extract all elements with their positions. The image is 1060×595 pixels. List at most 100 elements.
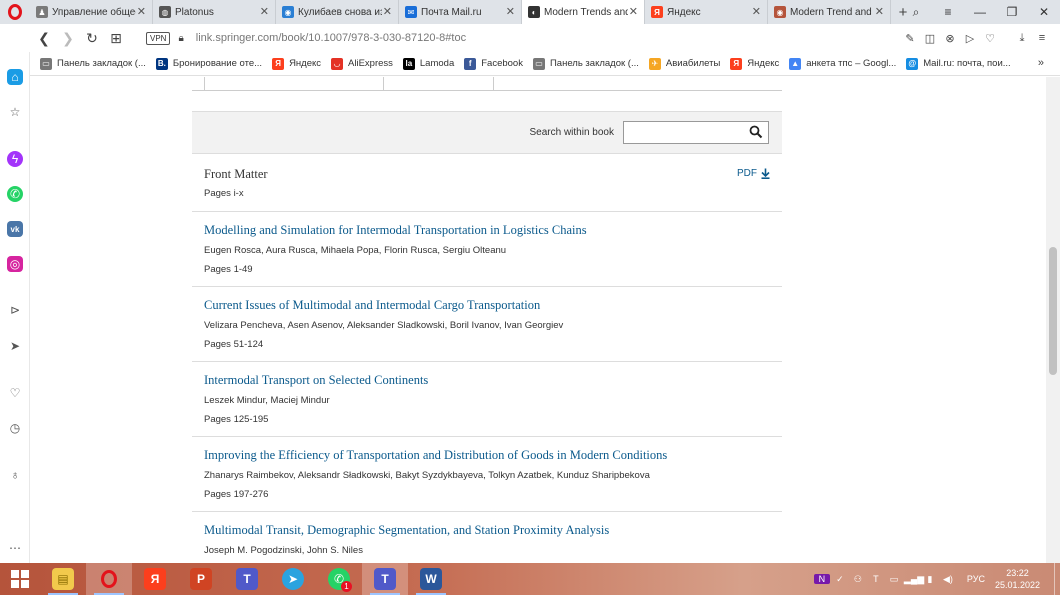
browser-tab[interactable]: ◍ Platonus ✕ <box>153 0 276 24</box>
taskbar-opera[interactable] <box>86 563 132 595</box>
onenote-icon[interactable]: N <box>813 574 830 584</box>
word-icon: W <box>420 568 442 590</box>
reload-button[interactable]: ↻ <box>80 30 104 47</box>
maximize-button[interactable]: ❐ <box>996 5 1028 19</box>
network-icon[interactable]: ▂▄▆ <box>904 574 924 585</box>
lock-icon[interactable]: 🔒︎ <box>178 33 183 44</box>
volume-icon[interactable]: ◀) <box>940 574 956 585</box>
chapter-title-link[interactable]: Modelling and Simulation for Intermodal … <box>204 223 587 238</box>
camera-icon[interactable]: ◫ <box>920 32 940 45</box>
tab-close-icon[interactable]: ✕ <box>260 5 269 18</box>
front-matter-pages: Pages i-x <box>204 188 244 199</box>
instagram-icon[interactable]: ◎ <box>7 256 23 272</box>
tab-menu-icon[interactable]: ≡ <box>932 5 964 19</box>
minimize-button[interactable]: — <box>964 5 996 19</box>
bookmark-item[interactable]: B. Бронирование оте... <box>155 57 262 70</box>
forward-button[interactable]: ❯ <box>56 30 80 47</box>
bookmark-item[interactable]: ◡ AliExpress <box>331 57 393 70</box>
search-input[interactable] <box>624 122 739 143</box>
history-icon[interactable]: ◷ <box>7 420 23 436</box>
tips-icon[interactable]: ♁ <box>7 467 23 483</box>
browser-tab[interactable]: ♟ Управление общеоб✕ <box>30 0 153 24</box>
send-icon[interactable]: ➤ <box>7 338 23 354</box>
chapter-title-link[interactable]: Current Issues of Multimodal and Intermo… <box>204 298 540 313</box>
speed-dial-icon[interactable]: ☆ <box>7 104 23 120</box>
vpn-badge[interactable]: VPN <box>146 31 171 45</box>
tab-close-icon[interactable]: ✕ <box>629 5 638 18</box>
bookmark-item[interactable]: @ Mail.ru: почта, пои... <box>906 57 1011 70</box>
taskbar-powerpoint[interactable]: P <box>178 563 224 595</box>
tab-contents[interactable] <box>204 77 384 91</box>
tab-close-icon[interactable]: ✕ <box>875 5 884 18</box>
url-field[interactable]: link.springer.com/book/10.1007/978-3-030… <box>196 32 466 44</box>
more-bookmarks-icon[interactable]: » <box>1038 57 1044 69</box>
bookmark-favicon-icon: ▭ <box>532 57 545 70</box>
taskbar-teams[interactable]: T <box>224 563 270 595</box>
opera-icon <box>98 568 120 590</box>
close-window-button[interactable]: ✕ <box>1028 5 1060 19</box>
bookmark-item[interactable]: la Lamoda <box>402 57 454 70</box>
taskbar-explorer[interactable]: ▤ <box>40 563 86 595</box>
chapter-title-link[interactable]: Multimodal Transit, Demographic Segmenta… <box>204 523 609 538</box>
clock-time: 23:22 <box>1006 568 1029 578</box>
bookmark-item[interactable]: ▭ Панель закладок (... <box>40 57 146 70</box>
browser-tab[interactable]: ◉ Кулибаев снова из ✕ <box>276 0 399 24</box>
bookmark-label: Панель закладок (... <box>57 58 146 69</box>
chapter-item: Current Issues of Multimodal and Intermo… <box>192 287 782 362</box>
whatsapp-icon[interactable]: ✆ <box>7 186 23 202</box>
bookmark-item[interactable]: ▭ Панель закладок (... <box>532 57 639 70</box>
windows-start-button[interactable] <box>0 563 40 595</box>
more-icon[interactable]: ⋯ <box>7 540 23 556</box>
opera-menu-icon[interactable] <box>0 0 30 24</box>
play-icon[interactable]: ▷ <box>960 32 980 45</box>
heart-icon[interactable]: ♡ <box>980 32 1000 45</box>
defender-icon[interactable]: ✓ <box>832 574 848 585</box>
display-icon[interactable]: ▭ <box>886 574 902 585</box>
search-tabs-icon[interactable]: ⌕ <box>900 5 932 20</box>
browser-tab[interactable]: Я Яндекс ✕ <box>645 0 768 24</box>
download-icon[interactable]: ⤓ <box>1012 32 1032 45</box>
taskbar-teams-2[interactable]: T <box>362 563 408 595</box>
player-icon[interactable]: ⊳ <box>7 302 23 318</box>
taskbar-whatsapp[interactable]: ✆ 1 <box>316 563 362 595</box>
tab-label: Platonus <box>175 6 214 18</box>
taskbar-telegram[interactable]: ➤ <box>270 563 316 595</box>
page-scrollbar[interactable] <box>1046 77 1060 563</box>
tab-close-icon[interactable]: ✕ <box>752 5 761 18</box>
search-icon[interactable] <box>749 125 763 139</box>
tiles-icon[interactable]: ⊞ <box>104 30 128 47</box>
people-icon[interactable]: ⚇ <box>850 574 866 585</box>
mic-icon[interactable]: ▮ <box>922 574 938 585</box>
bookmark-item[interactable]: ✈ Авиабилеты <box>648 57 720 70</box>
bookmark-item[interactable]: ▲ анкета тпс – Googl... <box>789 57 896 70</box>
tab-close-icon[interactable]: ✕ <box>506 5 515 18</box>
browser-tab[interactable]: ◐ Modern Trends and ✕ <box>522 0 645 24</box>
edit-icon[interactable]: ✎ <box>900 32 920 45</box>
show-desktop-button[interactable] <box>1054 563 1060 595</box>
teams-tray-icon[interactable]: T <box>868 574 884 584</box>
home-icon[interactable]: ⌂ <box>7 69 23 85</box>
browser-tab[interactable]: ◉ Modern Trend and ✕ <box>768 0 891 24</box>
tab-close-icon[interactable]: ✕ <box>137 5 146 18</box>
yandex-icon: Я <box>144 568 166 590</box>
favorites-icon[interactable]: ♡ <box>7 385 23 401</box>
menu-icon[interactable]: ≡ <box>1032 32 1052 44</box>
bookmark-item[interactable]: f Facebook <box>464 57 523 70</box>
pdf-download-link[interactable]: PDF <box>737 168 770 179</box>
browser-tab[interactable]: ✉ Почта Mail.ru ✕ <box>399 0 522 24</box>
taskbar-word[interactable]: W <box>408 563 454 595</box>
scrollbar-thumb[interactable] <box>1049 247 1057 375</box>
taskbar-yandex[interactable]: Я <box>132 563 178 595</box>
bookmark-item[interactable]: Я Яндекс <box>272 57 321 70</box>
chapter-title-link[interactable]: Intermodal Transport on Selected Contine… <box>204 373 428 388</box>
clock[interactable]: 23:22 25.01.2022 <box>995 567 1040 591</box>
back-button[interactable]: ❮ <box>32 30 56 47</box>
messenger-icon[interactable]: ϟ <box>7 151 23 167</box>
tab-close-icon[interactable]: ✕ <box>383 5 392 18</box>
chapter-title-link[interactable]: Improving the Efficiency of Transportati… <box>204 448 667 463</box>
bookmark-item[interactable]: Я Яндекс <box>730 57 779 70</box>
block-icon[interactable]: ⊗ <box>940 32 960 45</box>
vk-icon[interactable]: vk <box>7 221 23 237</box>
language-indicator[interactable]: РУС <box>967 574 985 584</box>
tab-about[interactable] <box>384 77 494 91</box>
